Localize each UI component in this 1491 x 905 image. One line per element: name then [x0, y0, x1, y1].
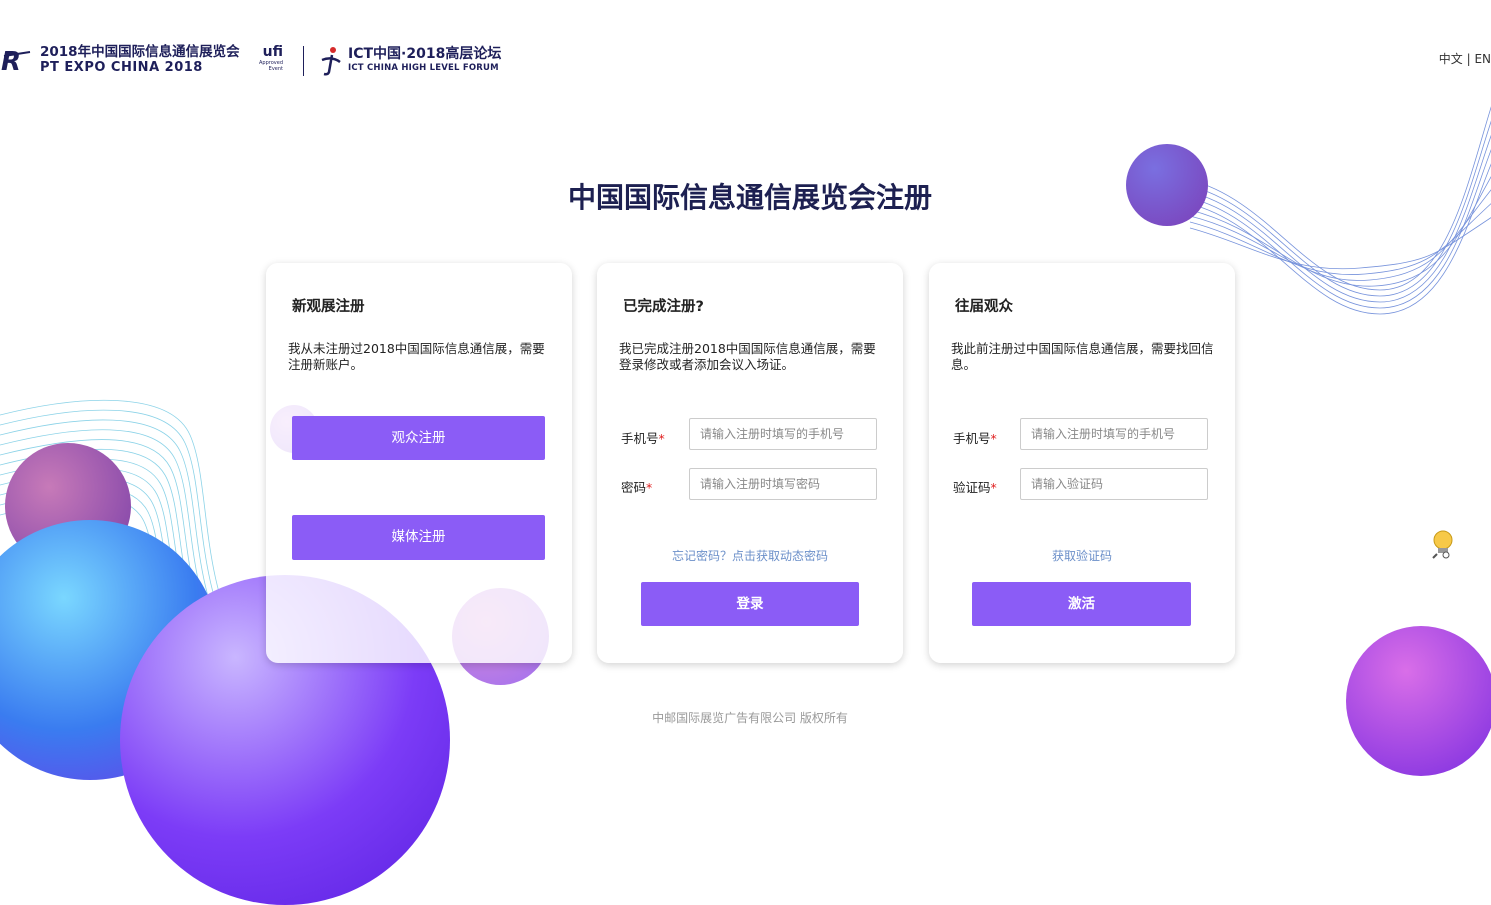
lang-english-link[interactable]: EN	[1474, 52, 1491, 66]
ufi-event-text: Event	[268, 66, 283, 72]
past-phone-input[interactable]	[1020, 418, 1208, 450]
verification-code-input[interactable]	[1020, 468, 1208, 500]
ict-forum-logo-text: ICT中国·2018高层论坛 ICT CHINA HIGH LEVEL FORU…	[348, 46, 501, 74]
logo-title-cn: 2018年中国国际信息通信展览会	[40, 44, 240, 60]
login-card: 已完成注册? 我已完成注册2018中国国际信息通信展，需要登录修改或者添加会议入…	[597, 263, 903, 663]
past-visitor-title: 往届观众	[955, 299, 1013, 315]
login-card-title: 已完成注册?	[623, 299, 704, 315]
logo-title-en: PT EXPO CHINA 2018	[40, 60, 203, 75]
ufi-logo-icon: ufi Approved Event	[247, 44, 283, 72]
verification-code-label: 验证码*	[953, 477, 997, 496]
login-button[interactable]: 登录	[641, 582, 859, 626]
phone-label-text: 手机号	[621, 431, 659, 446]
ict-title-cn: ICT中国·2018高层论坛	[348, 46, 502, 62]
login-password-input[interactable]	[689, 468, 877, 500]
lightbulb-icon[interactable]	[1430, 528, 1458, 560]
get-verification-code-link[interactable]: 获取验证码	[929, 547, 1235, 564]
new-registration-card: 新观展注册 我从未注册过2018中国国际信息通信展，需要注册新账户。 观众注册 …	[266, 263, 572, 663]
required-mark: *	[990, 480, 997, 495]
password-label-text: 密码	[621, 480, 647, 495]
forgot-password-link[interactable]: 忘记密码？点击获取动态密码	[597, 547, 903, 564]
ict-title-en: ICT CHINA HIGH LEVEL FORUM	[348, 63, 499, 73]
ufi-logo-text: ufi	[262, 44, 283, 60]
bottom-right-sphere-decoration	[1346, 626, 1491, 776]
svg-text:R: R	[1, 47, 21, 76]
audience-register-button[interactable]: 观众注册	[292, 416, 545, 460]
past-visitor-description: 我此前注册过中国国际信息通信展，需要找回信息。	[951, 341, 1214, 372]
required-mark: *	[990, 431, 997, 446]
new-registration-description: 我从未注册过2018中国国际信息通信展，需要注册新账户。	[288, 341, 545, 372]
copyright-footer: 中邮国际展览广告有限公司 版权所有	[652, 711, 848, 725]
login-card-description: 我已完成注册2018中国国际信息通信展，需要登录修改或者添加会议入场证。	[619, 341, 876, 372]
page-title: 中国国际信息通信展览会注册	[567, 181, 932, 214]
new-registration-title: 新观展注册	[292, 299, 365, 315]
pt-expo-logo-text: 2018年中国国际信息通信展览会 PT EXPO CHINA 2018	[40, 44, 240, 76]
lang-chinese-link[interactable]: 中文	[1439, 52, 1463, 66]
password-label: 密码*	[621, 477, 652, 496]
site-header: R 2018年中国国际信息通信展览会 PT EXPO CHINA 2018 uf…	[0, 40, 1491, 80]
phone-label: 手机号*	[621, 428, 665, 447]
lang-separator: |	[1466, 52, 1471, 66]
required-mark: *	[658, 431, 665, 446]
activate-button[interactable]: 激活	[972, 582, 1191, 626]
media-register-button[interactable]: 媒体注册	[292, 515, 545, 560]
login-phone-input[interactable]	[689, 418, 877, 450]
header-divider	[303, 46, 304, 76]
past-visitor-card: 往届观众 我此前注册过中国国际信息通信展，需要找回信息。 手机号* 验证码* 获…	[929, 263, 1235, 663]
ict-logo-icon	[321, 47, 341, 76]
past-phone-label-text: 手机号	[953, 431, 991, 446]
verification-code-label-text: 验证码	[953, 480, 991, 495]
language-switcher: 中文 | EN	[1439, 50, 1491, 67]
past-phone-label: 手机号*	[953, 428, 997, 447]
required-mark: *	[646, 480, 653, 495]
pt-expo-logo-icon: R	[1, 47, 31, 76]
